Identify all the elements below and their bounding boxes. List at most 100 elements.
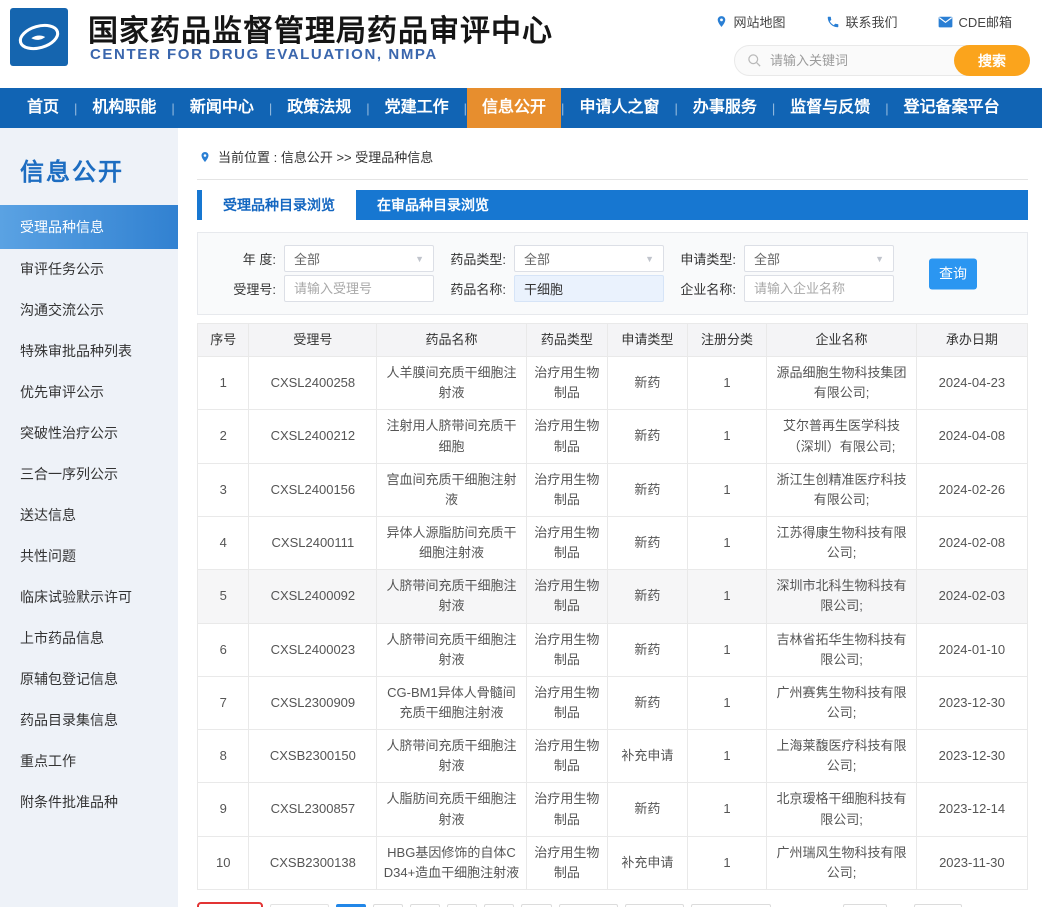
table-cell: 治疗用生物制品 xyxy=(526,570,607,623)
phone-icon xyxy=(826,15,840,29)
sitemap-link[interactable]: 网站地图 xyxy=(715,12,786,31)
table-cell: 北京瑷格干细胞科技有限公司; xyxy=(767,783,916,836)
table-cell: 新药 xyxy=(607,516,687,569)
table-cell: 2023-12-30 xyxy=(916,730,1027,783)
table-cell: 2024-02-26 xyxy=(916,463,1027,516)
sidebar-item-10[interactable]: 上市药品信息 xyxy=(0,618,178,659)
table-cell: 新药 xyxy=(607,410,687,463)
table-cell: 治疗用生物制品 xyxy=(526,676,607,729)
sidebar-item-14[interactable]: 附条件批准品种 xyxy=(0,782,178,823)
chevron-down-icon: ▼ xyxy=(875,254,884,264)
table-cell: 2024-01-10 xyxy=(916,623,1027,676)
sidebar-item-7[interactable]: 送达信息 xyxy=(0,495,178,536)
sidebar-items: 受理品种信息审评任务公示沟通交流公示特殊审批品种列表优先审评公示突破性治疗公示三… xyxy=(0,205,178,823)
apply-type-label: 申请类型: xyxy=(676,249,736,268)
tab-under-review-catalog[interactable]: 在审品种目录浏览 xyxy=(356,190,510,220)
table-cell: 1 xyxy=(687,623,767,676)
sidebar-item-2[interactable]: 沟通交流公示 xyxy=(0,290,178,331)
table-cell: 2024-04-23 xyxy=(916,357,1027,410)
table-cell: 注射用人脐带间充质干细胞 xyxy=(377,410,526,463)
table-row: 1CXSL2400258人羊膜间充质干细胞注射液治疗用生物制品新药1源品细胞生物… xyxy=(198,357,1028,410)
sidebar-item-9[interactable]: 临床试验默示许可 xyxy=(0,577,178,618)
table-row: 7CXSL2300909CG-BM1异体人骨髓间充质干细胞注射液治疗用生物制品新… xyxy=(198,676,1028,729)
nav-item-0[interactable]: 首页 xyxy=(12,88,74,128)
company-label: 企业名称: xyxy=(676,279,736,298)
table-cell: 8 xyxy=(198,730,249,783)
acceptance-no-input[interactable] xyxy=(294,281,424,296)
table-cell: 广州瑞风生物科技有限公司; xyxy=(767,836,916,889)
filter-row-1: 年 度: 全部 ▼ 药品类型: 全部 ▼ 申请类型: 全部 ▼ xyxy=(224,245,1027,272)
table-cell: 人脐带间充质干细胞注射液 xyxy=(377,730,526,783)
sidebar-item-12[interactable]: 药品目录集信息 xyxy=(0,700,178,741)
breadcrumb-divider xyxy=(197,179,1028,180)
nav-item-6[interactable]: 申请人之窗 xyxy=(564,88,674,128)
nav-item-3[interactable]: 政策法规 xyxy=(272,88,366,128)
filter-panel: 年 度: 全部 ▼ 药品类型: 全部 ▼ 申请类型: 全部 ▼ 受理号: xyxy=(197,232,1028,315)
sidebar-item-5[interactable]: 突破性治疗公示 xyxy=(0,413,178,454)
table-body: 1CXSL2400258人羊膜间充质干细胞注射液治疗用生物制品新药1源品细胞生物… xyxy=(198,357,1028,890)
sidebar-item-1[interactable]: 审评任务公示 xyxy=(0,249,178,290)
column-header-0: 序号 xyxy=(198,324,249,357)
sidebar-item-0[interactable]: 受理品种信息 xyxy=(0,205,178,249)
site-search-button[interactable]: 搜索 xyxy=(954,45,1030,76)
table-cell: 治疗用生物制品 xyxy=(526,623,607,676)
nav-item-9[interactable]: 登记备案平台 xyxy=(889,88,1015,128)
nav-item-7[interactable]: 办事服务 xyxy=(678,88,772,128)
nav-item-2[interactable]: 新闻中心 xyxy=(175,88,269,128)
sidebar-item-11[interactable]: 原辅包登记信息 xyxy=(0,659,178,700)
apply-type-select-value: 全部 xyxy=(754,249,780,268)
drug-name-label: 药品名称: xyxy=(446,279,506,298)
table-cell: 上海莱馥医疗科技有限公司; xyxy=(767,730,916,783)
table-cell: 1 xyxy=(687,783,767,836)
table-cell: 江苏得康生物科技有限公司; xyxy=(767,516,916,569)
table-cell: 浙江生创精准医疗科技有限公司; xyxy=(767,463,916,516)
table-cell: 补充申请 xyxy=(607,836,687,889)
table-cell: 1 xyxy=(687,410,767,463)
table-cell: 7 xyxy=(198,676,249,729)
search-icon xyxy=(747,53,762,68)
sidebar-item-8[interactable]: 共性问题 xyxy=(0,536,178,577)
sidebar-item-4[interactable]: 优先审评公示 xyxy=(0,372,178,413)
query-button[interactable]: 查询 xyxy=(929,258,977,289)
logo-swoosh-icon xyxy=(16,14,62,60)
table-cell: 新药 xyxy=(607,783,687,836)
contact-link[interactable]: 联系我们 xyxy=(826,12,898,31)
breadcrumb: 当前位置 : 信息公开 >> 受理品种信息 xyxy=(197,147,1028,166)
table-cell: 人脂肪间充质干细胞注射液 xyxy=(377,783,526,836)
drug-name-input[interactable] xyxy=(524,281,654,296)
mailbox-link[interactable]: CDE邮箱 xyxy=(938,12,1012,31)
year-select[interactable]: 全部 ▼ xyxy=(284,245,434,272)
chevron-down-icon: ▼ xyxy=(645,254,654,264)
column-header-2: 药品名称 xyxy=(377,324,526,357)
table-cell: 人羊膜间充质干细胞注射液 xyxy=(377,357,526,410)
sidebar: 信息公开 受理品种信息审评任务公示沟通交流公示特殊审批品种列表优先审评公示突破性… xyxy=(0,128,178,907)
table-row: 6CXSL2400023人脐带间充质干细胞注射液治疗用生物制品新药1吉林省拓华生… xyxy=(198,623,1028,676)
company-input[interactable] xyxy=(754,281,884,296)
table-cell: 治疗用生物制品 xyxy=(526,836,607,889)
results-table: 序号受理号药品名称药品类型申请类型注册分类企业名称承办日期 1CXSL24002… xyxy=(197,323,1028,890)
table-cell: 治疗用生物制品 xyxy=(526,783,607,836)
drug-type-select[interactable]: 全部 ▼ xyxy=(514,245,664,272)
table-cell: 2024-02-03 xyxy=(916,570,1027,623)
nav-item-8[interactable]: 监督与反馈 xyxy=(775,88,885,128)
sidebar-item-13[interactable]: 重点工作 xyxy=(0,741,178,782)
site-title-en: CENTER FOR DRUG EVALUATION, NMPA xyxy=(90,46,438,63)
table-cell: 异体人源脂肪间充质干细胞注射液 xyxy=(377,516,526,569)
nav-item-5[interactable]: 信息公开 xyxy=(467,88,561,128)
table-cell: 1 xyxy=(687,463,767,516)
site-search-input[interactable] xyxy=(770,53,954,68)
year-select-value: 全部 xyxy=(294,249,320,268)
column-header-4: 申请类型 xyxy=(607,324,687,357)
mail-icon xyxy=(938,16,953,28)
mailbox-label: CDE邮箱 xyxy=(959,12,1012,31)
breadcrumb-pin-icon xyxy=(199,150,211,164)
nav-item-1[interactable]: 机构职能 xyxy=(77,88,171,128)
table-cell: 1 xyxy=(198,357,249,410)
table-cell: 1 xyxy=(687,516,767,569)
sidebar-item-3[interactable]: 特殊审批品种列表 xyxy=(0,331,178,372)
table-row: 2CXSL2400212注射用人脐带间充质干细胞治疗用生物制品新药1艾尔普再生医… xyxy=(198,410,1028,463)
apply-type-select[interactable]: 全部 ▼ xyxy=(744,245,894,272)
tab-accepted-catalog[interactable]: 受理品种目录浏览 xyxy=(202,190,356,220)
sidebar-item-6[interactable]: 三合一序列公示 xyxy=(0,454,178,495)
nav-item-4[interactable]: 党建工作 xyxy=(370,88,464,128)
